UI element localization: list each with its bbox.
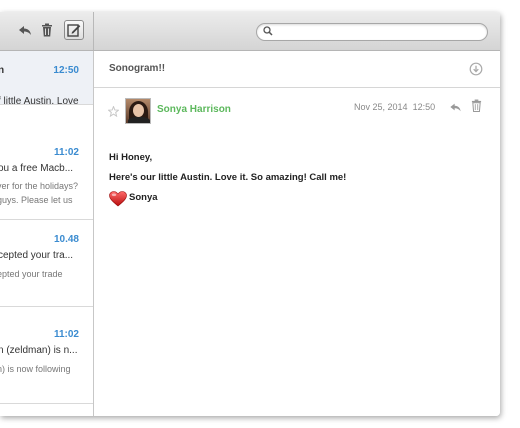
toolbar-divider — [93, 12, 94, 50]
list-item-preview: epted your trade — [0, 269, 63, 279]
heart-icon — [109, 191, 127, 210]
message-subject: Sonogram!! — [109, 63, 166, 74]
star-icon[interactable] — [107, 104, 120, 122]
list-item-time: 11:02 — [53, 329, 79, 340]
body-text: Here's our little Austin. Love it. So am… — [109, 172, 347, 183]
list-item-subject: ou a free Macb... — [0, 163, 74, 174]
list-item-preview: n) is now following — [0, 364, 71, 374]
compose-button[interactable] — [64, 20, 84, 40]
trash-icon[interactable] — [471, 99, 482, 117]
message-list: n 12:50 f little Austin. Love e! 11:02 o… — [0, 51, 94, 416]
download-icon[interactable] — [469, 62, 483, 81]
list-item-sender: n — [0, 65, 4, 76]
search-icon — [263, 26, 273, 36]
list-item-time: 10.48 — [53, 234, 79, 245]
avatar — [125, 98, 151, 124]
mail-window: n 12:50 f little Austin. Love e! 11:02 o… — [0, 12, 500, 416]
list-item[interactable]: 11:02 n (zeldman) is n... n) is now foll… — [0, 307, 93, 404]
toolbar — [0, 12, 500, 51]
reply-icon[interactable] — [18, 23, 34, 39]
list-item-time: 12:50 — [53, 65, 79, 76]
trash-icon[interactable] — [41, 23, 57, 39]
message-date: Nov 25, 2014 12:50 — [354, 102, 436, 112]
body-signature: Sonya — [129, 192, 158, 203]
search-field[interactable] — [256, 23, 488, 41]
list-item[interactable]: 10.48 cepted your tra... epted your trad… — [0, 220, 93, 307]
message-header: Sonya Harrison Nov 25, 2014 12:50 — [94, 88, 500, 132]
sender-name[interactable]: Sonya Harrison — [157, 104, 231, 115]
list-item-subject: n (zeldman) is n... — [0, 345, 78, 356]
list-item[interactable]: n 12:50 f little Austin. Love e! — [0, 51, 93, 105]
body-greeting: Hi Honey, — [109, 152, 153, 163]
compose-icon — [67, 24, 81, 37]
list-item[interactable]: 11:02 ou a free Macb... ver for the holi… — [0, 137, 93, 220]
list-item-preview: ver for the holidays? — [0, 181, 79, 191]
reply-icon[interactable] — [449, 100, 462, 118]
subject-bar: Sonogram!! — [94, 51, 500, 88]
list-item-time: 11:02 — [53, 147, 79, 158]
list-item-subject: cepted your tra... — [0, 250, 74, 261]
search-input[interactable] — [277, 24, 477, 38]
message-reader: Sonogram!! Sonya Harrison Nov 25, 2014 1… — [94, 51, 500, 416]
list-item-preview: guys. Please let us — [0, 195, 73, 205]
